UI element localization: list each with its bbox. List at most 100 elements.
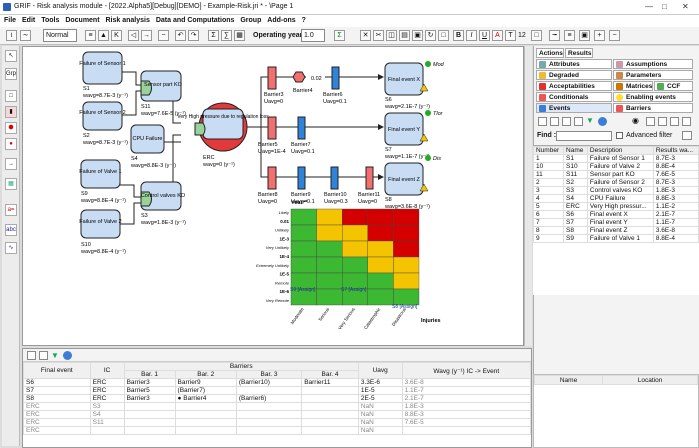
tab-acceptabilities[interactable]: Acceptabilities	[536, 81, 612, 91]
ko-icon[interactable]: K	[111, 30, 122, 41]
find-go-button[interactable]	[682, 131, 692, 140]
col-bar-1[interactable]: Bar. 1	[123, 370, 176, 379]
table-row[interactable]: 8 S8 Final event Z 3.6E-8	[532, 226, 699, 235]
abc-icon[interactable]: abc	[5, 224, 17, 236]
redo-icon[interactable]: ↷	[188, 30, 199, 41]
col-description[interactable]: Description	[586, 146, 654, 155]
view-icon[interactable]	[598, 117, 607, 126]
col-name[interactable]: Name	[533, 375, 604, 385]
tab-results[interactable]: Results	[565, 48, 593, 58]
menu-edit[interactable]: Edit	[22, 15, 35, 27]
table-row[interactable]: 3 S3 Control valves KO 1.8E-3	[532, 186, 699, 195]
pointer-icon[interactable]: ↖	[5, 50, 17, 62]
line-width-icon[interactable]: ≡	[564, 30, 575, 41]
octagon-icon[interactable]: ●	[5, 138, 17, 150]
copy-icon[interactable]: ◫	[386, 30, 397, 41]
cut-icon[interactable]: ✂	[373, 30, 384, 41]
delete-icon[interactable]: ✕	[360, 30, 371, 41]
col-bar-4[interactable]: Bar. 4	[301, 370, 359, 379]
table-row[interactable]: 7 S7 Final event Y 1.1E-7	[532, 218, 699, 227]
table-row[interactable]: 11 S11 Sensor part KO 7.6E-5	[532, 170, 699, 179]
grid-icon[interactable]	[562, 117, 571, 126]
undo-icon[interactable]: ↶	[175, 30, 186, 41]
advanced-filter-checkbox[interactable]	[616, 132, 623, 139]
canvas-scrollbar[interactable]	[524, 46, 532, 346]
sigma-icon[interactable]: ∑	[221, 30, 232, 41]
col-bar-2[interactable]: Bar. 2	[174, 370, 237, 379]
italic-icon[interactable]: I	[466, 30, 477, 41]
line-icon[interactable]: −	[158, 30, 169, 41]
save-icon[interactable]	[27, 351, 36, 360]
curve-style-icon[interactable]: ∼	[20, 30, 31, 41]
view-icon[interactable]	[63, 351, 72, 360]
table-row[interactable]: ERC S3 NaN 1.8E-3	[23, 402, 532, 411]
col-wavg[interactable]: Wavg (y⁻¹) IC -> Event	[401, 362, 532, 379]
filter-icon[interactable]: ▼	[51, 351, 59, 360]
maximize-button[interactable]: □	[662, 2, 667, 11]
text-icon[interactable]: a=	[5, 204, 17, 216]
table-row[interactable]: 1 S1 Failure of Sensor 1 8.7E-3	[532, 154, 699, 163]
tab-actions[interactable]: Actions	[536, 48, 564, 58]
tab-assumptions[interactable]: Assumptions	[613, 59, 693, 69]
arrow-icon[interactable]: →	[5, 158, 17, 170]
table-row[interactable]: 9 S9 Failure of Valve 1 8.8E-4	[532, 234, 699, 243]
import-icon[interactable]	[658, 117, 667, 126]
table-row[interactable]: S8 ERC Barrier3 ● Barrier4 (Barrier6) 2E-5 2.1…	[23, 394, 532, 403]
export-icon[interactable]: □	[438, 30, 449, 41]
export-icon[interactable]	[646, 117, 655, 126]
line-style-icon[interactable]: ≀	[6, 30, 17, 41]
operating-years-select[interactable]: 1.0	[301, 29, 325, 42]
table-row[interactable]: 4 S4 CPU Failure 8.8E-3	[532, 194, 699, 203]
menu-add-ons[interactable]: Add-ons	[267, 15, 295, 27]
edit-icon[interactable]	[550, 117, 559, 126]
table-row[interactable]: ERC S11 NaN 7.6E-5	[23, 418, 532, 427]
align-icon[interactable]: ≡	[85, 30, 96, 41]
zoom-in-icon[interactable]: +	[594, 30, 605, 41]
menu-help[interactable]: ?	[302, 15, 306, 27]
menu-file[interactable]: File	[4, 15, 16, 27]
col-number[interactable]: Number	[532, 146, 565, 155]
col-final-event[interactable]: Final event	[23, 362, 91, 379]
group-icon[interactable]: Grp	[5, 68, 17, 80]
tab-parameters[interactable]: Parameters	[613, 70, 693, 80]
barrier-icon[interactable]: ▮	[5, 106, 17, 118]
font-color-icon[interactable]: A	[492, 30, 503, 41]
menu-tools[interactable]: Tools	[41, 15, 59, 27]
table-row[interactable]: ERC S4 NaN 8.8E-3	[23, 410, 532, 419]
add-icon[interactable]	[538, 117, 547, 126]
underline-icon[interactable]: U	[479, 30, 490, 41]
bold-icon[interactable]: B	[453, 30, 464, 41]
line-color-icon[interactable]: ╼	[549, 30, 560, 41]
table-row[interactable]: 10 S10 Failure of Valve 2 8.8E-4	[532, 162, 699, 171]
col-ic[interactable]: IC	[89, 362, 125, 379]
grid-icon[interactable]	[39, 351, 48, 360]
tab-conditionals-modifiers[interactable]: Conditionals modifiers	[536, 92, 612, 110]
close-button[interactable]: ✕	[682, 2, 689, 11]
table-row[interactable]: 6 S6 Final event X 2.1E-7	[532, 210, 699, 219]
paste-icon[interactable]: ▤	[399, 30, 410, 41]
table-row[interactable]: ERC NaN	[23, 426, 532, 435]
table-icon[interactable]: ▦	[234, 30, 245, 41]
table-row[interactable]: 5 ERC Very High pressur... 1.1E-2	[532, 202, 699, 211]
border-icon[interactable]: □	[531, 30, 542, 41]
filter-icon[interactable]: ▼	[586, 116, 594, 125]
menu-risk-analysis[interactable]: Risk analysis	[106, 15, 150, 27]
tab-events[interactable]: Events	[536, 103, 612, 113]
tab-attributes[interactable]: Attributes	[536, 59, 612, 69]
menu-group[interactable]: Group	[240, 15, 261, 27]
diagram-canvas[interactable]: Failure of Sensor 1 S1 wavg=8.7E-3 (y⁻¹)…	[22, 46, 524, 346]
event-icon[interactable]: □	[5, 90, 17, 102]
find-input[interactable]	[556, 131, 612, 141]
curve-chart-icon[interactable]: ∿	[5, 242, 17, 254]
refresh-icon[interactable]: ↻	[425, 30, 436, 41]
tab-matrices[interactable]: Matrices	[613, 81, 653, 91]
tab-enabling-events[interactable]: Enabling events	[613, 92, 693, 102]
col-uavg[interactable]: Uavg	[357, 362, 403, 379]
style-select[interactable]: Normal	[43, 29, 77, 42]
table-icon[interactable]	[574, 117, 583, 126]
chart-icon[interactable]: ▦	[5, 178, 17, 190]
paste-icon[interactable]	[682, 117, 691, 126]
col-name[interactable]: Name	[563, 146, 588, 155]
compute-icon[interactable]: Σ	[208, 30, 219, 41]
hexagon-icon[interactable]: ⬢	[5, 122, 17, 134]
